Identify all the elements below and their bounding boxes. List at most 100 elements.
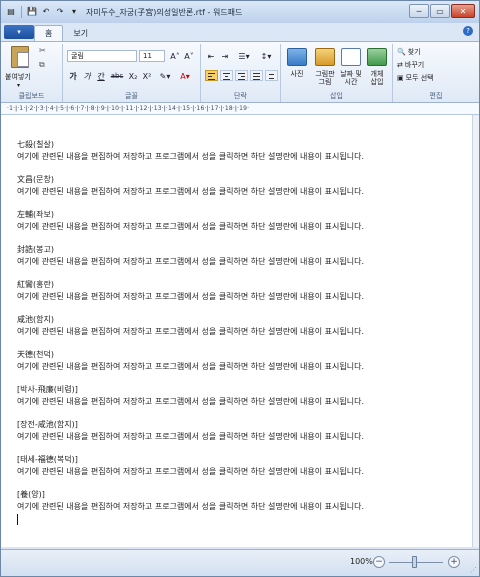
align-left-icon[interactable]: [205, 70, 218, 81]
select-all-button[interactable]: ▣ 모두 선택: [397, 73, 434, 83]
entry-body: 여기에 관련된 내용을 편집하여 저장하고 프로그램에서 성을 클릭하면 하단 …: [17, 152, 364, 161]
underline-button[interactable]: 간: [95, 70, 107, 82]
insert-group: 사진 그림판 그림 날짜 및 시간 개체 삽입 삽입: [281, 44, 393, 102]
shrink-font-icon[interactable]: A˅: [183, 50, 195, 62]
insert-group-label: 삽입: [330, 92, 343, 100]
entry-title: 文昌(문창): [17, 175, 54, 184]
justify-icon[interactable]: [250, 70, 263, 81]
document-entry: 封誥(봉고) 여기에 관련된 내용을 편집하여 저장하고 프로그램에서 성을 클릭…: [17, 244, 467, 268]
zoom-in-button[interactable]: +: [448, 556, 460, 568]
entry-body: 여기에 관련된 내용을 편집하여 저장하고 프로그램에서 성을 클릭하면 하단 …: [17, 467, 364, 476]
font-name-select[interactable]: 굴림: [67, 50, 137, 62]
document-entry: 七殺(칠살) 여기에 관련된 내용을 편집하여 저장하고 프로그램에서 성을 클릭…: [17, 139, 467, 163]
title-bar: ▤ 💾 ↶ ↷ ▾ 자미두수_자궁(子宮)의성일반론.rtf - 워드패드 ─ …: [1, 1, 479, 23]
align-right-icon[interactable]: [235, 70, 248, 81]
entry-title: 咸池(함지): [17, 315, 54, 324]
undo-icon[interactable]: ↶: [40, 6, 52, 18]
quick-access-toolbar: ▤ 💾 ↶ ↷ ▾: [5, 6, 80, 18]
zoom-slider-thumb[interactable]: [412, 556, 417, 568]
zoom-out-button[interactable]: −: [373, 556, 385, 568]
paste-button[interactable]: 붙여넣기: [5, 72, 31, 82]
tab-view[interactable]: 보기: [63, 25, 98, 41]
strikethrough-button[interactable]: abc: [109, 70, 125, 82]
paragraph-settings-icon[interactable]: [265, 70, 278, 81]
insert-picture-button[interactable]: 사진: [282, 70, 312, 78]
entry-title: [장전-咸池(함지)]: [17, 420, 78, 429]
document-page[interactable]: 七殺(칠살) 여기에 관련된 내용을 편집하여 저장하고 프로그램에서 성을 클릭…: [1, 115, 473, 547]
clipboard-group-label: 클립보드: [18, 92, 45, 100]
font-group: 굴림 11 A˄ A˅ 가 가 간 abc X₂ X² ✎▾ A▾ 글꼴: [63, 44, 201, 102]
wordpad-app-icon[interactable]: ▤: [5, 6, 17, 18]
document-content[interactable]: 七殺(칠살) 여기에 관련된 내용을 편집하여 저장하고 프로그램에서 성을 클릭…: [17, 139, 467, 536]
align-center-icon[interactable]: [220, 70, 233, 81]
entry-body: 여기에 관련된 내용을 편집하여 저장하고 프로그램에서 성을 클릭하면 하단 …: [17, 362, 364, 371]
list-icon[interactable]: ☰▾: [235, 50, 253, 62]
paste-icon[interactable]: [11, 46, 29, 68]
line-spacing-icon[interactable]: ↕▾: [257, 50, 275, 62]
app-menu-button[interactable]: ▾: [4, 25, 34, 39]
insert-object-button[interactable]: 개체 삽입: [362, 70, 392, 86]
document-entry: [장전-咸池(함지)] 여기에 관련된 내용을 편집하여 저장하고 프로그램에서 …: [17, 419, 467, 443]
zoom-level: 100%: [350, 557, 373, 566]
bold-button[interactable]: 가: [67, 70, 79, 82]
replace-button[interactable]: ⇄ 바꾸기: [397, 60, 424, 70]
calendar-icon[interactable]: [341, 48, 361, 66]
minimize-button[interactable]: ─: [409, 4, 429, 18]
entry-body: 여기에 관련된 내용을 편집하여 저장하고 프로그램에서 성을 클릭하면 하단 …: [17, 502, 364, 511]
picture-icon[interactable]: [287, 48, 307, 66]
entry-title: [박사-飛廉(비렴)]: [17, 385, 78, 394]
entry-title: [태세-福德(복덕)]: [17, 455, 78, 464]
restore-button[interactable]: ▭: [430, 4, 450, 18]
vertical-scrollbar[interactable]: [473, 115, 479, 547]
document-entry: [養(양)] 여기에 관련된 내용을 편집하여 저장하고 프로그램에서 성을 클릭…: [17, 489, 467, 525]
document-entry: [태세-福德(복덕)] 여기에 관련된 내용을 편집하여 저장하고 프로그램에서 …: [17, 454, 467, 478]
entry-title: 紅鸞(홍란): [17, 280, 54, 289]
entry-body: 여기에 관련된 내용을 편집하여 저장하고 프로그램에서 성을 클릭하면 하단 …: [17, 222, 364, 231]
ribbon-tabs: ▾ 홈 보기 ?: [1, 23, 479, 41]
highlight-icon[interactable]: ✎▾: [157, 70, 173, 82]
paragraph-group: ⇤ ⇥ ☰▾ ↕▾ 단락: [201, 44, 281, 102]
help-icon[interactable]: ?: [463, 26, 473, 36]
cut-icon[interactable]: ✂: [39, 46, 46, 55]
binoculars-icon: 🔍: [397, 48, 406, 56]
ruler[interactable]: ·1·ǀ·1·ǀ·2·ǀ·3·ǀ·4·ǀ·5·ǀ·6·ǀ·7·ǀ·8·ǀ·9·ǀ…: [1, 103, 479, 115]
superscript-button[interactable]: X²: [141, 70, 153, 82]
font-size-select[interactable]: 11: [139, 50, 165, 62]
close-button[interactable]: ✕: [451, 4, 475, 18]
grow-font-icon[interactable]: A˄: [169, 50, 181, 62]
subscript-button[interactable]: X₂: [127, 70, 139, 82]
tab-home[interactable]: 홈: [34, 25, 64, 41]
replace-icon: ⇄: [397, 61, 403, 69]
increase-indent-icon[interactable]: ⇥: [219, 50, 231, 62]
entry-body: 여기에 관련된 내용을 편집하여 저장하고 프로그램에서 성을 클릭하면 하단 …: [17, 257, 364, 266]
decrease-indent-icon[interactable]: ⇤: [205, 50, 217, 62]
paint-drawing-icon[interactable]: [315, 48, 335, 66]
insert-object-icon[interactable]: [367, 48, 387, 66]
document-entry: 天德(천덕) 여기에 관련된 내용을 편집하여 저장하고 프로그램에서 성을 클릭…: [17, 349, 467, 373]
select-all-label: 모두 선택: [405, 74, 434, 82]
entry-body: 여기에 관련된 내용을 편집하여 저장하고 프로그램에서 성을 클릭하면 하단 …: [17, 432, 364, 441]
document-area: 七殺(칠살) 여기에 관련된 내용을 편집하여 저장하고 프로그램에서 성을 클릭…: [1, 115, 479, 547]
document-entry: 紅鸞(홍란) 여기에 관련된 내용을 편집하여 저장하고 프로그램에서 성을 클릭…: [17, 279, 467, 303]
wordpad-window: ▤ 💾 ↶ ↷ ▾ 자미두수_자궁(子宮)의성일반론.rtf - 워드패드 ─ …: [0, 0, 480, 577]
text-caret: [17, 514, 18, 525]
find-label: 찾기: [407, 48, 421, 56]
select-all-icon: ▣: [397, 74, 404, 82]
find-button[interactable]: 🔍 찾기: [397, 47, 421, 57]
clipboard-group: 붙여넣기 ▾ ✂ ⧉ 클립보드: [1, 44, 63, 102]
redo-icon[interactable]: ↷: [54, 6, 66, 18]
copy-icon[interactable]: ⧉: [39, 60, 45, 70]
font-group-label: 글꼴: [125, 92, 138, 100]
customize-qa-icon[interactable]: ▾: [68, 6, 80, 18]
entry-title: 左輔(좌보): [17, 210, 54, 219]
entry-body: 여기에 관련된 내용을 편집하여 저장하고 프로그램에서 성을 클릭하면 하단 …: [17, 397, 364, 406]
editing-group-label: 편집: [429, 92, 443, 100]
font-color-icon[interactable]: A▾: [177, 70, 193, 82]
resize-grip-icon[interactable]: ⋰: [470, 566, 477, 574]
qa-separator: [21, 6, 22, 18]
save-icon[interactable]: 💾: [26, 6, 38, 18]
document-entry: 咸池(함지) 여기에 관련된 내용을 편집하여 저장하고 프로그램에서 성을 클릭…: [17, 314, 467, 338]
window-title: 자미두수_자궁(子宮)의성일반론.rtf - 워드패드: [86, 7, 243, 17]
italic-button[interactable]: 가: [81, 70, 93, 82]
paste-dropdown-icon[interactable]: ▾: [17, 82, 20, 89]
